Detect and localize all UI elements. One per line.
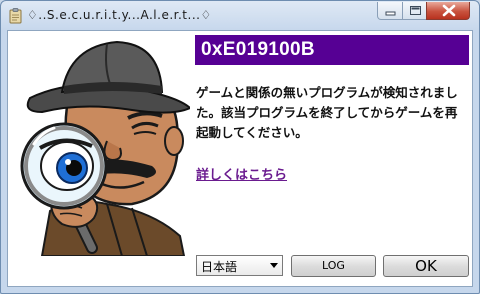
log-button[interactable]: LOG: [291, 255, 376, 277]
security-alert-window: ♢..S.e.c.u.r.i.t.y...A.l.e.r.t...♢ 0xE01…: [0, 0, 480, 294]
error-code-banner: 0xE019100B: [195, 35, 469, 65]
close-icon: [442, 4, 456, 17]
language-select-value: 日本語: [201, 260, 238, 274]
alert-message: ゲームと関係の無いプログラムが検知されました。該当プログラムを終了してからゲーム…: [196, 85, 458, 140]
clipboard-icon: [9, 8, 22, 24]
window-title: ♢..S.e.c.u.r.i.t.y...A.l.e.r.t...♢: [27, 8, 212, 22]
chevron-down-icon: [270, 263, 278, 268]
ok-button[interactable]: OK: [383, 255, 469, 277]
details-link[interactable]: 詳しくはこちら: [196, 164, 287, 183]
language-select[interactable]: 日本語: [196, 255, 283, 276]
maximize-icon: [410, 6, 421, 15]
minimize-icon: [385, 11, 396, 16]
title-bar[interactable]: ♢..S.e.c.u.r.i.t.y...A.l.e.r.t...♢: [1, 1, 479, 31]
minimize-button[interactable]: [377, 2, 403, 20]
close-button[interactable]: [426, 2, 470, 20]
detective-magnifier-illustration: [20, 40, 190, 256]
dialog-body: 0xE019100B ゲームと関係の無いプログラムが検知されました。該当プログラ…: [7, 30, 473, 287]
maximize-button[interactable]: [402, 2, 427, 20]
error-code: 0xE019100B: [201, 39, 315, 60]
